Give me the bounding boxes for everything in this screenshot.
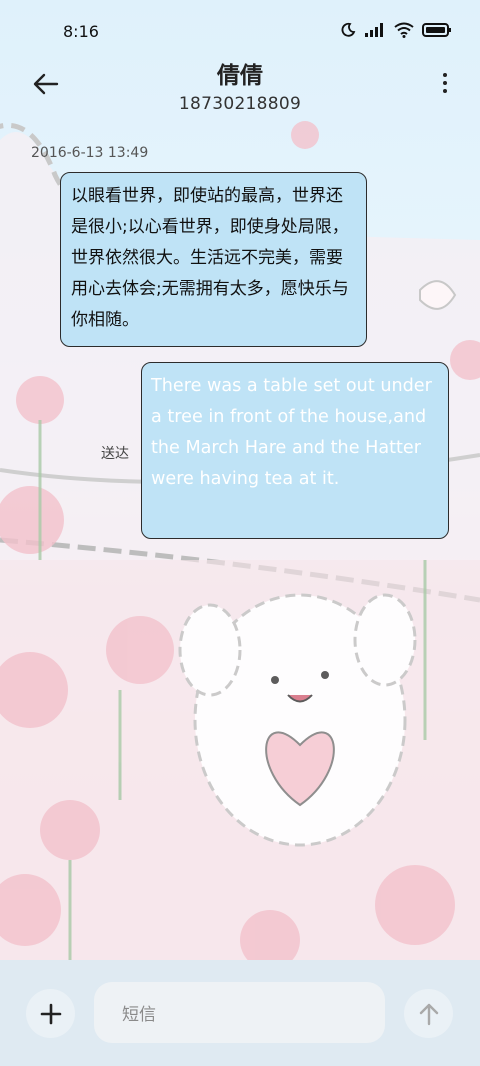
moon-icon xyxy=(341,22,356,37)
incoming-message-bubble[interactable]: 以眼看世界，即使站的最高，世界还是很小;以心看世界，即使身处局限，世界依然很大。… xyxy=(60,172,367,347)
outgoing-message-bubble[interactable]: There was a table set out under a tree i… xyxy=(141,362,449,539)
more-dot-icon xyxy=(443,89,447,93)
message-timestamp: 2016-6-13 13:49 xyxy=(31,145,149,161)
add-attachment-button[interactable] xyxy=(26,989,75,1038)
plus-icon xyxy=(40,1003,61,1024)
battery-icon xyxy=(422,23,451,37)
more-dot-icon xyxy=(443,73,447,77)
arrow-up-icon xyxy=(419,1003,438,1025)
incoming-message-text: 以眼看世界，即使站的最高，世界还是很小;以心看世界，即使身处局限，世界依然很大。… xyxy=(71,186,349,330)
more-options-button[interactable] xyxy=(438,68,452,98)
status-time: 8:16 xyxy=(63,22,99,41)
contact-number: 18730218809 xyxy=(178,94,302,114)
outgoing-message-text: There was a table set out under a tree i… xyxy=(151,376,432,489)
message-composer: 短信 xyxy=(0,960,480,1066)
more-dot-icon xyxy=(443,81,447,85)
delivery-status: 送达 xyxy=(101,446,129,462)
send-button[interactable] xyxy=(404,989,453,1038)
conversation-header: 倩倩 18730218809 xyxy=(0,52,480,114)
status-icons xyxy=(340,22,452,38)
contact-name: 倩倩 xyxy=(217,63,263,89)
message-input[interactable]: 短信 xyxy=(94,982,385,1043)
signal-icon xyxy=(365,23,383,37)
contact-title: 倩倩 18730218809 xyxy=(0,56,480,114)
wifi-icon xyxy=(394,22,414,38)
